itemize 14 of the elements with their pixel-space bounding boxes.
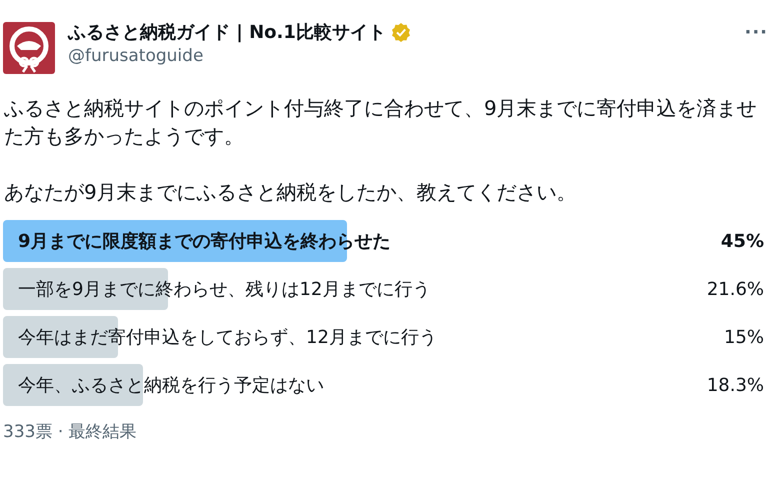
tweet-text: あなたが9月末までにふるさと納税をしたか、教えてください。 — [4, 179, 578, 206]
poll-percent: 15% — [724, 326, 764, 348]
poll-percent: 18.3% — [706, 374, 764, 396]
poll-percent: 45% — [720, 230, 764, 252]
more-button[interactable]: ··· — [744, 22, 768, 43]
poll-option-label: 今年、ふるさと納税を行う予定はない — [18, 374, 324, 397]
poll-footer: 333票 · 最終結果 — [3, 420, 768, 443]
poll-percent: 21.6% — [706, 278, 764, 300]
poll-option-label: 今年はまだ寄付申込をしておらず、12月までに行う — [18, 326, 437, 349]
poll-option-label: 一部を9月までに終わらせ、残りは12月までに行う — [18, 278, 430, 301]
logo-icon[interactable] — [3, 22, 55, 74]
author-name[interactable]: ふるさと納税ガイド | No.1比較サイト — [68, 20, 386, 44]
author-handle[interactable]: @furusatoguide — [68, 46, 732, 66]
tweet-text: ふるさと納税サイトのポイント付与終了に合わせて、9月末までに寄付申込を済ませた方も多かったようです。 — [4, 95, 758, 150]
